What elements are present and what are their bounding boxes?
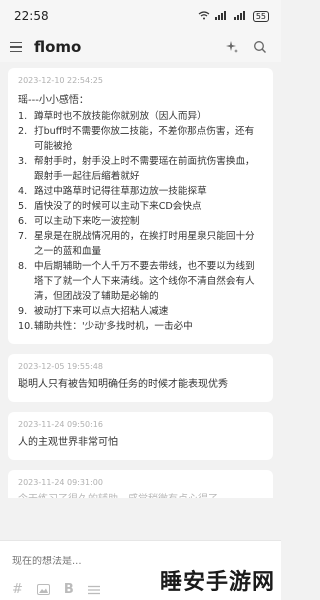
memo-card[interactable]: 2023-12-10 22:54:25 瑶---小小感悟： 1. 蹲草时也不放技能… [8,68,273,344]
memo-body: 聪明人只有被告知明确任务的时候才能表现优秀 [18,379,228,390]
list-item: 6. 可以主动下来吃一波控制 [18,216,140,227]
list-item: 8. 中后期辅助一个人千万不要去带线，也不要以为线到塔下了就一个人下来清线。这个线… [18,261,255,302]
memo-body: 人的主观世界非常可怕 [18,437,118,448]
image-icon[interactable] [36,584,50,595]
list-item: 5. 盾快没了的时候可以主动下来CD会快点 [18,201,202,212]
list-item: 7. 星泉是在脱战情况用的，在挨打时用星泉只能回十分之一的蓝和血量 [18,231,255,257]
status-bar: 22:58 55 [0,0,281,32]
list-icon[interactable] [87,585,100,595]
status-icons: 55 [198,10,269,22]
memo-card[interactable]: 2023-12-05 19:55:48 聪明人只有被告知明确任务的时候才能表现优… [8,354,273,402]
menu-icon[interactable] [10,38,28,56]
list-item: 3. 帮射手时，射手没上时不需要瑶在前面抗伤害换血，跟射手一起往后缩着就好 [18,156,255,182]
list-item: 10. 辅助共性：'少动'多找时机，一击必中 [18,321,193,332]
memo-list: 1. 蹲草时也不放技能你就别放（因人而异） 2. 打buff时不需要你放二技能，不差… [18,109,263,334]
memo-timestamp: 2023-12-10 22:54:25 [18,76,103,85]
signal-icon [214,10,229,22]
hashtag-icon[interactable]: # [12,582,23,597]
list-item: 2. 打buff时不需要你放二技能，不差你那点伤害，还有可能被抢 [18,126,255,152]
memo-card[interactable]: 2023-11-24 09:50:16 人的主观世界非常可怕 [8,412,273,460]
watermark-text: 睡安手游网 [159,570,275,595]
memo-timestamp: 2023-11-24 09:31:00 [18,478,103,487]
app-bar: flomo [0,32,281,62]
memo-timestamp: 2023-12-05 19:55:48 [18,362,103,371]
memo-card-partial[interactable]: 2023-11-24 09:31:00 今天练习了很久的辅助，感觉稍微有点心得了 [8,470,273,498]
memo-timestamp: 2023-11-24 09:50:16 [18,420,103,429]
clock: 22:58 [14,9,49,23]
memo-body: 今天练习了很久的辅助，感觉稍微有点心得了 [18,490,263,498]
app-title: flomo [34,38,82,56]
search-icon[interactable] [249,36,271,58]
memo-feed[interactable]: 2023-12-10 22:54:25 瑶---小小感悟： 1. 蹲草时也不放技能… [0,62,281,498]
list-item: 1. 蹲草时也不放技能你就别放（因人而异） [18,111,207,122]
ai-sparkle-icon[interactable] [221,36,243,58]
signal-icon-2 [233,10,248,22]
list-item: 4. 路过中路草时记得往草那边放一技能探草 [18,186,207,197]
memo-title: 瑶---小小感悟： [18,95,89,106]
bold-icon[interactable]: B [64,582,74,597]
wifi-icon [198,10,210,22]
list-item: 9. 被动打下来可以点大招粘人减速 [18,306,169,317]
battery-icon: 55 [252,10,269,22]
